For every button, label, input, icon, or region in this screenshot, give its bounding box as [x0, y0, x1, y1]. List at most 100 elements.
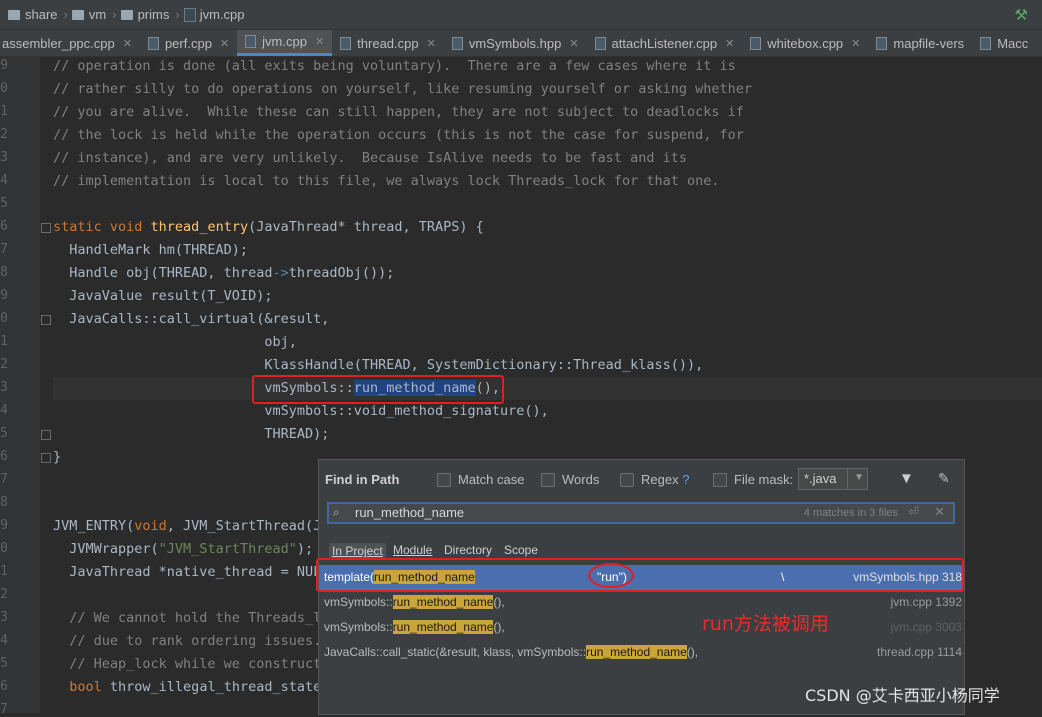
code-line: Handle obj(THREAD, thread->threadObj()); — [53, 262, 394, 285]
match-case-checkbox[interactable]: Match case — [437, 472, 524, 487]
close-icon[interactable]: ✕ — [220, 37, 229, 50]
tab-label: thread.cpp — [357, 35, 419, 51]
code-line: // rather silly to do operations on your… — [53, 81, 752, 97]
result-match: run_method_name — [392, 620, 494, 634]
regex-checkbox[interactable]: Regex ? — [620, 472, 689, 487]
fold-toggle-icon[interactable] — [41, 430, 51, 440]
tab-label: vmSymbols.hpp — [468, 35, 562, 51]
line-number: 9 — [0, 518, 8, 533]
result-text: vmSymbols::run_method_name(), — [324, 615, 505, 640]
code-line: // operation is done (all exits being vo… — [53, 58, 736, 74]
watermark: CSDN @艾卡西亚小杨同学 — [805, 686, 1000, 705]
close-icon[interactable]: ✕ — [851, 37, 860, 50]
search-query[interactable]: run_method_name — [355, 505, 464, 520]
line-number: 6 — [0, 679, 8, 694]
tab-thread[interactable]: thread.cpp ✕ — [332, 30, 444, 56]
chevron-down-icon[interactable]: ▼ — [847, 468, 870, 490]
code-line: JVM_ENTRY(void, JVM_StartThread(J — [53, 515, 321, 538]
fold-toggle-icon[interactable] — [41, 315, 51, 325]
search-input[interactable]: ⌕ run_method_name 4 matches in 3 files ⏎… — [327, 502, 955, 524]
code-line-current: vmSymbols::run_method_name(), — [53, 377, 1042, 400]
scope-module[interactable]: Module — [393, 543, 432, 557]
result-suffix: (), — [686, 645, 699, 659]
code-text: Handle obj(THREAD, thread — [53, 265, 273, 281]
checkbox-box[interactable] — [713, 472, 727, 487]
text-file-icon — [876, 36, 888, 50]
fold-toggle-icon[interactable] — [41, 223, 51, 233]
tab-label: assembler_ppc.cpp — [2, 35, 115, 51]
tab-mapfile-vers[interactable]: mapfile-vers — [868, 30, 972, 56]
close-icon[interactable]: ✕ — [569, 37, 578, 50]
code-keyword: static void — [53, 219, 143, 235]
checkbox-label: File mask: — [734, 472, 794, 487]
breadcrumb-item-prims[interactable]: prims — [120, 7, 170, 22]
code-line: // the lock is held while the operation … — [53, 127, 744, 143]
line-number: 8 — [0, 265, 8, 280]
folder-icon — [120, 9, 133, 20]
tab-perf[interactable]: perf.cpp ✕ — [140, 30, 237, 56]
breadcrumb-label: prims — [137, 7, 170, 22]
tab-vmsymbols[interactable]: vmSymbols.hpp ✕ — [444, 30, 587, 56]
close-icon[interactable]: ✕ — [315, 35, 324, 48]
new-line-icon[interactable]: ⏎ — [908, 504, 919, 520]
result-match: run_method_name — [586, 645, 687, 659]
breadcrumb-item-jvm-cpp[interactable]: jvm.cpp — [183, 7, 244, 22]
line-number: 2 — [0, 587, 8, 602]
checkbox-label: Match case — [458, 472, 525, 487]
tab-attachlistener[interactable]: attachListener.cpp ✕ — [587, 30, 743, 56]
code-operator: -> — [272, 265, 289, 281]
line-number: 6 — [0, 219, 8, 234]
text-file-icon — [980, 36, 992, 50]
code-line: // We cannot hold the Threads_l — [53, 610, 322, 626]
close-icon[interactable]: ✕ — [123, 37, 132, 50]
line-number: 8 — [0, 495, 8, 510]
search-result-row[interactable]: JavaCalls::call_static(&result, klass, v… — [319, 640, 964, 665]
breadcrumb-item-vm[interactable]: vm — [71, 7, 106, 22]
checkbox-box[interactable] — [437, 472, 451, 487]
close-icon[interactable]: ✕ — [427, 37, 436, 50]
line-number: 7 — [0, 242, 8, 257]
breadcrumb-item-share[interactable]: share — [8, 7, 58, 22]
annotation-highlight-box — [316, 558, 964, 592]
tab-macc[interactable]: Macc — [972, 30, 1036, 56]
folder-icon — [71, 9, 84, 20]
search-result-row[interactable]: vmSymbols::run_method_name(), jvm.cpp 13… — [319, 590, 964, 615]
tab-whitebox[interactable]: whitebox.cpp ✕ — [742, 30, 868, 56]
cpp-file-icon — [340, 36, 352, 50]
fold-toggle-icon[interactable] — [41, 453, 51, 463]
code-line: } — [53, 449, 62, 465]
result-location: jvm.cpp 3003 — [890, 620, 962, 634]
result-prefix: vmSymbols:: — [324, 595, 393, 609]
search-icon: ⌕ — [333, 505, 340, 519]
tab-label: perf.cpp — [164, 35, 212, 51]
checkbox-box[interactable] — [620, 472, 634, 487]
code-line: JavaThread *native_thread = NUL — [53, 564, 322, 580]
clear-icon[interactable]: ✕ — [934, 504, 945, 520]
line-number: 2 — [0, 357, 8, 372]
tab-assembler-ppc[interactable]: assembler_ppc.cpp ✕ — [0, 30, 140, 56]
build-hammer-icon[interactable]: ⚒ — [1015, 6, 1028, 24]
code-keyword: bool — [53, 679, 102, 695]
file-mask-checkbox[interactable]: File mask: — [713, 472, 793, 487]
tab-label: mapfile-vers — [893, 35, 965, 51]
code-text: , JVM_StartThread(J — [166, 518, 322, 534]
folder-icon — [8, 9, 20, 20]
scope-custom[interactable]: Scope — [504, 543, 538, 557]
line-number: 2 — [0, 127, 8, 142]
line-number: 4 — [0, 633, 8, 648]
pin-icon[interactable]: ✎ — [938, 470, 950, 487]
checkbox-label: Regex — [641, 472, 679, 487]
checkbox-box[interactable] — [541, 472, 555, 487]
filter-icon[interactable]: ▼ — [899, 470, 914, 487]
scope-directory[interactable]: Directory — [444, 543, 492, 557]
result-text: vmSymbols::run_method_name(), — [324, 590, 505, 615]
search-result-row[interactable]: vmSymbols::run_method_name(), jvm.cpp 30… — [319, 615, 964, 640]
line-number: 0 — [0, 311, 8, 326]
tab-jvm[interactable]: jvm.cpp ✕ — [237, 30, 333, 56]
line-number: 1 — [0, 104, 8, 119]
scope-in-project[interactable]: In Project — [329, 543, 386, 559]
breadcrumb-label: share — [25, 7, 58, 22]
close-icon[interactable]: ✕ — [725, 37, 734, 50]
words-checkbox[interactable]: Words — [541, 472, 599, 487]
regex-help-link[interactable]: ? — [682, 472, 689, 487]
